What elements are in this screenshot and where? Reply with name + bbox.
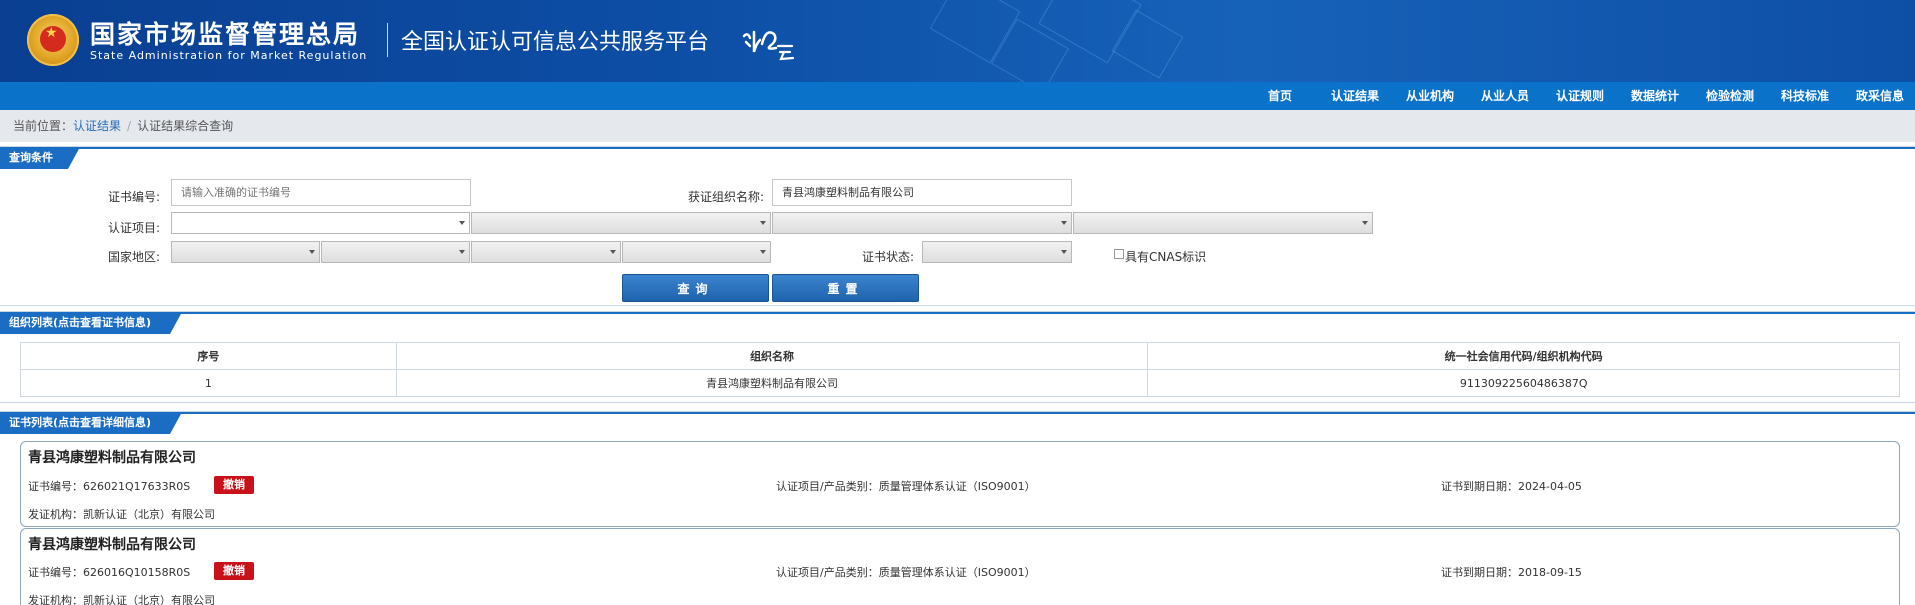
nav-item-inspection[interactable]: 检验检测: [1706, 82, 1754, 110]
cert-item-select-1[interactable]: [171, 212, 470, 234]
status-badge: 撤销: [214, 562, 254, 580]
cert-list-section-title: 证书列表(点击查看详细信息): [0, 412, 182, 434]
cell-index: 1: [20, 369, 397, 397]
nav-item-cert-results[interactable]: 认证结果: [1331, 82, 1379, 110]
query-panel: 查询条件 证书编号: 获证组织名称: 青县鸿康塑料制品有限公司 认证项目: 国家…: [0, 146, 1915, 306]
cert-expiry: 证书到期日期：2024-04-05: [1441, 480, 1582, 493]
org-table-header: 序号 组织名称 统一社会信用代码/组织机构代码: [20, 342, 1900, 370]
org-table: 序号 组织名称 统一社会信用代码/组织机构代码 1 青县鸿康塑料制品有限公司 9…: [20, 342, 1900, 397]
cert-card[interactable]: 青县鸿康塑料制品有限公司 证书编号：626016Q10158R0S 撤销 认证项…: [20, 528, 1900, 605]
nav-item-standards[interactable]: 科技标准: [1781, 82, 1829, 110]
cell-credit-code: 91130922560486387Q: [1147, 369, 1900, 397]
dropdown-arrow-icon: [760, 250, 766, 254]
nav-item-home[interactable]: 首页: [1268, 82, 1292, 110]
cert-item-select-4[interactable]: [1073, 212, 1373, 234]
dropdown-arrow-icon: [459, 250, 465, 254]
nav-item-cert-rules[interactable]: 认证规则: [1556, 82, 1604, 110]
status-select[interactable]: [922, 241, 1072, 263]
region-select-3[interactable]: [471, 241, 621, 263]
cert-item-select-2[interactable]: [471, 212, 771, 234]
org-name-en: State Administration for Market Regulati…: [90, 49, 368, 62]
dropdown-arrow-icon: [610, 250, 616, 254]
cert-item: 认证项目/产品类别：质量管理体系认证（ISO9001）: [776, 566, 1036, 579]
dropdown-arrow-icon: [1362, 221, 1368, 225]
cert-item-label: 认证项目:: [107, 221, 160, 235]
region-select-2[interactable]: [321, 241, 470, 263]
search-button[interactable]: 查询: [622, 274, 769, 302]
reset-button[interactable]: 重置: [772, 274, 919, 302]
org-name-input[interactable]: 青县鸿康塑料制品有限公司: [772, 179, 1072, 206]
renzheng-cloud-logo-icon: [742, 30, 795, 61]
nav-item-procurement[interactable]: 政采信息: [1856, 82, 1904, 110]
breadcrumb-current: 认证结果综合查询: [137, 119, 234, 133]
nav-item-personnel[interactable]: 从业人员: [1481, 82, 1529, 110]
region-select-1[interactable]: [171, 241, 320, 263]
column-header-credit-code: 统一社会信用代码/组织机构代码: [1147, 342, 1900, 370]
main-nav: 首页 认证结果 从业机构 从业人员 认证规则 数据统计 检验检测 科技标准 政采…: [0, 82, 1915, 110]
breadcrumb-separator: /: [127, 119, 132, 133]
cert-issuer: 发证机构：凯新认证（北京）有限公司: [28, 594, 215, 605]
cell-org-name[interactable]: 青县鸿康塑料制品有限公司: [395, 369, 1149, 397]
region-label: 国家地区:: [107, 250, 160, 264]
breadcrumb-link-cert-results[interactable]: 认证结果: [73, 119, 121, 133]
column-header-org-name: 组织名称: [395, 342, 1149, 370]
nav-item-institutions[interactable]: 从业机构: [1406, 82, 1454, 110]
cert-item: 认证项目/产品类别：质量管理体系认证（ISO9001）: [776, 480, 1036, 493]
query-section-title: 查询条件: [0, 147, 80, 169]
cert-org-name: 青县鸿康塑料制品有限公司: [28, 537, 196, 553]
cert-no-label: 证书编号:: [107, 190, 160, 204]
org-list-section-title: 组织列表(点击查看证书信息): [0, 312, 182, 334]
cert-expiry: 证书到期日期：2018-09-15: [1441, 566, 1582, 579]
dropdown-arrow-icon: [1061, 250, 1067, 254]
cert-no-input[interactable]: [171, 179, 471, 206]
table-row[interactable]: 1 青县鸿康塑料制品有限公司 91130922560486387Q: [20, 369, 1900, 397]
cert-org-name: 青县鸿康塑料制品有限公司: [28, 450, 196, 466]
org-name-cn: 国家市场监督管理总局: [90, 20, 361, 49]
org-list-panel: 组织列表(点击查看证书信息) 序号 组织名称 统一社会信用代码/组织机构代码 1…: [0, 311, 1915, 403]
platform-title: 全国认证认可信息公共服务平台: [401, 30, 710, 55]
cnas-checkbox[interactable]: [1114, 249, 1124, 259]
cert-item-select-3[interactable]: [772, 212, 1072, 234]
dropdown-arrow-icon: [1061, 221, 1067, 225]
nav-item-statistics[interactable]: 数据统计: [1631, 82, 1679, 110]
cert-number: 证书编号：626016Q10158R0S: [28, 566, 191, 579]
cnas-label: 具有CNAS标识: [1125, 250, 1207, 264]
cert-number: 证书编号：626021Q17633R0S: [28, 480, 191, 493]
region-select-4[interactable]: [622, 241, 771, 263]
status-badge: 撤销: [214, 476, 254, 494]
cert-list-panel: 证书列表(点击查看详细信息) 青县鸿康塑料制品有限公司 证书编号：626021Q…: [0, 411, 1915, 605]
dropdown-arrow-icon: [459, 221, 465, 225]
status-label: 证书状态:: [861, 250, 914, 264]
cert-issuer: 发证机构：凯新认证（北京）有限公司: [28, 508, 215, 521]
breadcrumb-prefix: 当前位置：: [13, 119, 74, 133]
site-header: ★ 国家市场监督管理总局 State Administration for Ma…: [0, 0, 1915, 82]
org-name-label: 获证组织名称:: [687, 190, 764, 204]
dropdown-arrow-icon: [760, 221, 766, 225]
cert-card[interactable]: 青县鸿康塑料制品有限公司 证书编号：626021Q17633R0S 撤销 认证项…: [20, 441, 1900, 527]
column-header-index: 序号: [20, 342, 397, 370]
header-divider: [387, 23, 388, 57]
breadcrumb: 当前位置：认证结果 / 认证结果综合查询: [0, 110, 1915, 142]
national-emblem-icon: ★: [27, 14, 79, 66]
dropdown-arrow-icon: [309, 250, 315, 254]
